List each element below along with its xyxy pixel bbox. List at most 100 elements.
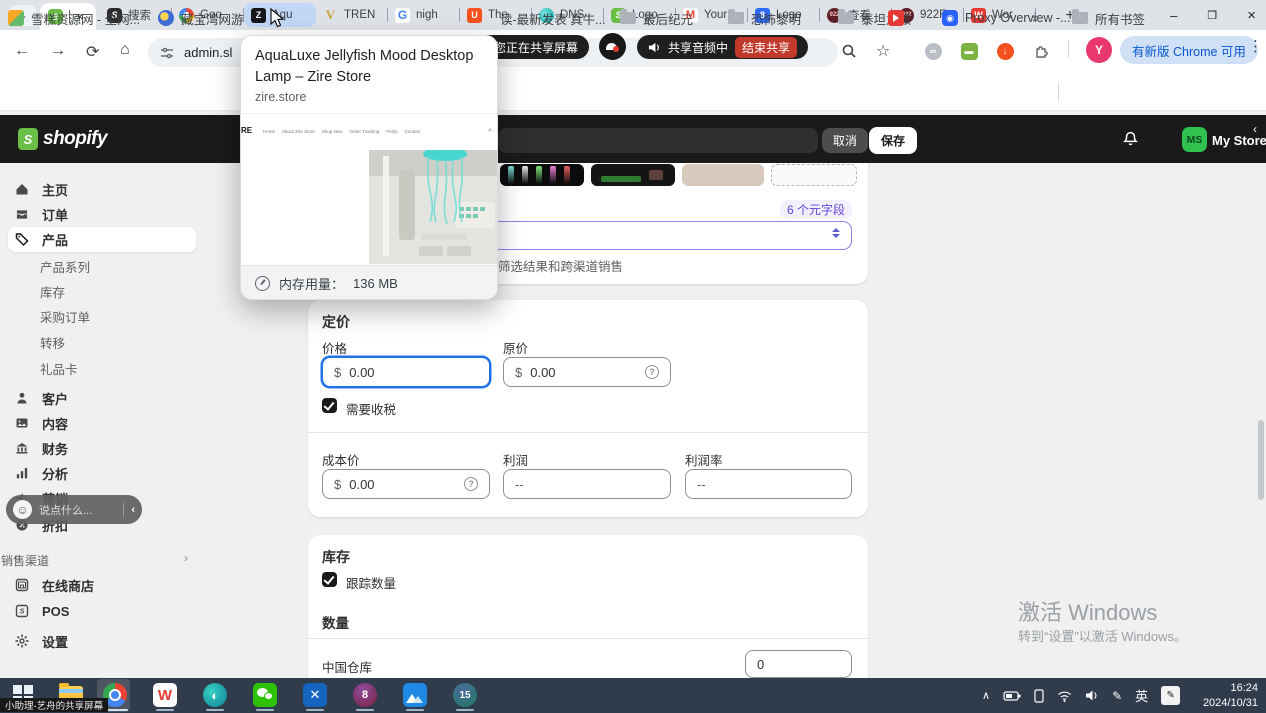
chevron-right-icon[interactable]: › xyxy=(184,551,188,565)
youtube-bookmark[interactable] xyxy=(888,8,904,28)
volume-icon[interactable] xyxy=(1085,689,1099,702)
sidebar-item-home[interactable]: 主页 xyxy=(14,178,68,200)
store-avatar[interactable]: MS xyxy=(1182,127,1207,152)
tray-expand-icon[interactable]: ∧ xyxy=(982,689,990,702)
cancel-button[interactable]: 取消 xyxy=(822,128,868,153)
tab[interactable]: Gnigh xyxy=(388,0,460,30)
running-indicator xyxy=(306,709,324,711)
sidebar-item-finance[interactable]: 财务 xyxy=(14,437,68,459)
margin-input[interactable]: -- xyxy=(685,469,852,499)
product-thumbnail[interactable] xyxy=(682,164,764,186)
track-quantity-label: 跟踪数量 xyxy=(346,573,396,592)
phone-icon[interactable] xyxy=(1034,689,1044,703)
bookmark-star-icon[interactable]: ☆ xyxy=(872,40,894,62)
ime-indicator[interactable]: 英 xyxy=(1135,686,1148,705)
sidebar-item-analytics[interactable]: 分析 xyxy=(14,462,68,484)
sidebar-item-inventory[interactable]: 库存 xyxy=(40,282,65,301)
location-label: 中国仓库 xyxy=(322,657,372,676)
running-indicator xyxy=(356,709,374,711)
bookmarks-bar xyxy=(0,75,1266,111)
security-app-icon[interactable]: ◐ xyxy=(202,682,228,708)
sidebar-item-orders[interactable]: 订单 xyxy=(14,203,68,225)
bookmark-item[interactable]: 雪糕资源网 - 全网... xyxy=(8,8,140,28)
sidebar-item-collections[interactable]: 产品系列 xyxy=(40,257,90,276)
bookmarks-divider xyxy=(1058,82,1059,102)
sidebar-item-transfers[interactable]: 转移 xyxy=(40,333,65,352)
notifications-bell-icon[interactable] xyxy=(1122,130,1139,152)
memory-label: 内存用量： xyxy=(279,274,344,293)
chrome-update-button[interactable]: 有新版 Chrome 可用 xyxy=(1120,36,1258,64)
chat-input[interactable]: 说点什么... xyxy=(39,502,116,518)
site-settings-icon xyxy=(160,46,174,60)
wifi-icon[interactable] xyxy=(1057,690,1072,702)
sidebar-item-purchase-orders[interactable]: 采购订单 xyxy=(40,307,90,326)
extensions-puzzle-icon[interactable] xyxy=(1030,40,1052,62)
add-media-tile[interactable] xyxy=(771,164,857,186)
metafields-link[interactable]: 6 个元字段 xyxy=(780,200,852,219)
stop-share-button[interactable]: 结束共享 xyxy=(735,37,797,58)
sidebar-item-settings[interactable]: 设置 xyxy=(14,630,68,652)
help-icon[interactable]: ? xyxy=(464,477,478,491)
profit-input[interactable]: -- xyxy=(503,469,671,499)
floating-ball-icon[interactable] xyxy=(599,33,626,60)
maximize-button[interactable]: ❐ xyxy=(1207,9,1217,22)
jellyfish-lamp-photo xyxy=(369,150,497,264)
battery-icon[interactable] xyxy=(1003,690,1021,702)
tablet-tool-icon[interactable]: ✎ xyxy=(1161,686,1180,705)
bookmark-folder[interactable]: 恐怖黎明 xyxy=(728,8,801,28)
reload-button[interactable]: ⟳ xyxy=(86,42,99,62)
products-tag-icon xyxy=(14,231,30,247)
app-badge-8-icon[interactable]: 8 xyxy=(352,682,378,708)
bookmarks-overflow-icon[interactable]: » xyxy=(1032,8,1039,28)
profile-avatar[interactable]: Y xyxy=(1086,37,1112,63)
sidebar-item-gift-cards[interactable]: 礼品卡 xyxy=(40,359,78,378)
content-image-icon xyxy=(14,415,30,431)
chevron-left-icon[interactable]: ‹ xyxy=(1253,122,1257,136)
admin-search-bar[interactable] xyxy=(498,128,818,153)
sidebar-item-pos[interactable]: S POS xyxy=(14,600,69,622)
all-bookmarks-folder[interactable]: 所有书签 xyxy=(1072,8,1145,28)
extension-shield-icon[interactable]: ↓ xyxy=(994,40,1016,62)
sidebar-item-online-store[interactable]: 在线商店 xyxy=(14,574,94,596)
app-badge-15-icon[interactable]: 15 xyxy=(452,682,478,708)
close-window-button[interactable]: × xyxy=(1247,7,1256,24)
product-thumbnail[interactable] xyxy=(500,164,584,186)
chat-collapse-icon[interactable]: ‹ xyxy=(131,504,135,516)
blue-x-app-icon[interactable]: ✕ xyxy=(302,682,328,708)
tab[interactable]: VTREN xyxy=(316,0,388,30)
mountain-app-icon[interactable] xyxy=(402,682,428,708)
sidebar-item-products[interactable]: 产品 xyxy=(14,228,68,250)
wps-icon[interactable]: W xyxy=(152,682,178,708)
bank-icon xyxy=(14,440,30,456)
extension-green-icon[interactable]: ▬ xyxy=(958,40,980,62)
scrollbar-thumb[interactable] xyxy=(1258,420,1264,500)
extension-link-icon[interactable]: ∞ xyxy=(922,40,944,62)
card-divider xyxy=(308,432,868,433)
pen-icon[interactable]: ✎ xyxy=(1112,689,1122,703)
chat-widget[interactable]: ☺ 说点什么... ‹ xyxy=(6,495,142,524)
bookmark-item[interactable]: ◉Proxy Overview -... xyxy=(942,8,1071,28)
charge-tax-label: 需要收税 xyxy=(346,399,396,418)
shopify-logo: S shopify xyxy=(18,128,107,150)
sidebar-item-content[interactable]: 内容 xyxy=(14,412,68,434)
browser-menu-icon[interactable]: ⋮ xyxy=(1248,37,1263,55)
bar-chart-icon xyxy=(14,465,30,481)
price-input[interactable]: $ 0.00 xyxy=(322,357,490,387)
sidebar-item-customers[interactable]: 客户 xyxy=(14,387,68,409)
home-button[interactable]: ⌂ xyxy=(120,41,130,59)
bookmark-item[interactable]: 藏宝湾网游 xyxy=(158,8,244,28)
charge-tax-checkbox[interactable] xyxy=(322,398,337,413)
search-icon[interactable] xyxy=(838,40,860,62)
track-quantity-checkbox[interactable] xyxy=(322,572,337,587)
bookmark-folder[interactable]: 最后纪元 xyxy=(620,8,693,28)
taskbar-clock[interactable]: 16:24 2024/10/31 xyxy=(1196,681,1258,711)
product-thumbnail[interactable] xyxy=(591,164,675,186)
location-quantity-input[interactable]: 0 xyxy=(745,650,852,678)
minimize-button[interactable]: – xyxy=(1170,8,1177,23)
forward-button[interactable]: → xyxy=(50,42,66,60)
save-button[interactable]: 保存 xyxy=(869,127,917,154)
back-button[interactable]: ← xyxy=(14,42,30,60)
bookmark-item[interactable]: 读-最新发表 真牛... xyxy=(500,8,606,28)
help-icon[interactable]: ? xyxy=(645,365,659,379)
wechat-icon[interactable] xyxy=(252,682,278,708)
